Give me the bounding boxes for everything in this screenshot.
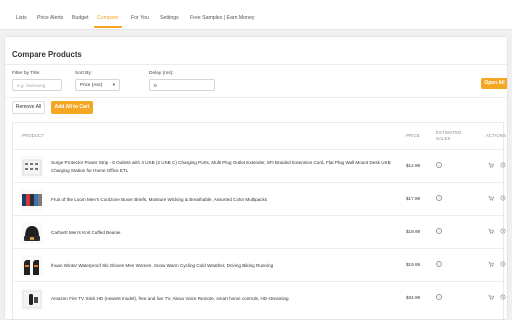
product-image-power-strip[interactable]: [21, 156, 43, 178]
compare-panel: Compare Products Filter by Title: Sort B…: [4, 36, 508, 320]
cart-icon[interactable]: [488, 261, 494, 267]
sort-select[interactable]: Price (Asc) ▾: [75, 79, 120, 91]
tab-compare[interactable]: Compare: [97, 15, 118, 21]
delay-label: Delay (ms):: [149, 71, 174, 76]
open-all-button[interactable]: Open All: [481, 78, 507, 89]
sort-select-value: Price (Asc): [80, 82, 103, 87]
delay-input[interactable]: [149, 79, 215, 91]
product-image-fire-tv-stick[interactable]: [21, 288, 43, 310]
header-product: PRODUCT: [22, 133, 45, 138]
cart-icon[interactable]: [488, 162, 494, 168]
info-icon[interactable]: i: [436, 162, 442, 168]
tab-settings[interactable]: Settings: [160, 15, 179, 21]
filter-title-input[interactable]: [12, 79, 62, 91]
history-icon[interactable]: [500, 261, 506, 267]
product-price: $12.99: [406, 163, 421, 168]
divider: [5, 64, 507, 65]
tab-price-alerts[interactable]: Price Alerts: [37, 15, 63, 21]
header-actions: ACTIONS: [486, 133, 507, 138]
cart-icon[interactable]: [488, 195, 494, 201]
table-row: Fruit of the Loom Men's Coolzone Boxer B…: [13, 182, 506, 215]
tab-free-samples[interactable]: Free Samples | Earn Money: [190, 15, 255, 21]
active-tab-indicator: [94, 26, 122, 28]
table-row: Surge Protector Power Strip - 8 Outlets …: [13, 149, 506, 182]
remove-all-button[interactable]: Remove All: [12, 101, 45, 114]
product-price: $19.99: [406, 229, 421, 234]
tab-for-you[interactable]: For You: [131, 15, 149, 21]
history-icon[interactable]: [500, 162, 506, 168]
info-icon[interactable]: i: [436, 228, 442, 234]
history-icon[interactable]: [500, 195, 506, 201]
header-estimated-sales: ESTIMATED SALES: [436, 130, 462, 141]
history-icon[interactable]: [500, 294, 506, 300]
product-image-boxer-briefs[interactable]: [21, 189, 43, 211]
product-name[interactable]: Surge Protector Power Strip - 8 Outlets …: [51, 159, 391, 175]
product-name[interactable]: Fruit of the Loom Men's Coolzone Boxer B…: [51, 196, 391, 204]
products-table: PRODUCT PRICE ESTIMATED SALES ACTIONS Su…: [12, 122, 507, 319]
table-row: Amazon Fire TV Stick HD (newest model), …: [13, 281, 506, 314]
cart-icon[interactable]: [488, 228, 494, 234]
product-price: $17.99: [406, 196, 421, 201]
page-title: Compare Products: [12, 50, 82, 59]
filter-title-label: Filter by Title:: [12, 71, 41, 76]
add-all-to-cart-button[interactable]: Add All to Cart: [51, 101, 93, 114]
top-navbar: Lists Price Alerts Budget Compare For Yo…: [0, 0, 512, 30]
cart-icon[interactable]: [488, 294, 494, 300]
history-icon[interactable]: [500, 228, 506, 234]
product-image-gloves[interactable]: [21, 255, 43, 277]
header-price: PRICE: [406, 133, 420, 138]
product-name[interactable]: Amazon Fire TV Stick HD (newest model), …: [51, 295, 391, 303]
product-name[interactable]: Ihuan Winter Waterproof Ski Gloves Men W…: [51, 262, 391, 270]
tab-budget[interactable]: Budget: [72, 15, 88, 21]
product-price: $19.99: [406, 262, 421, 267]
info-icon[interactable]: i: [436, 294, 442, 300]
product-image-beanie[interactable]: [21, 222, 43, 244]
divider: [5, 97, 507, 98]
table-row: Ihuan Winter Waterproof Ski Gloves Men W…: [13, 248, 506, 281]
tab-lists[interactable]: Lists: [16, 15, 27, 21]
info-icon[interactable]: i: [436, 195, 442, 201]
chevron-down-icon: ▾: [112, 82, 115, 87]
product-name[interactable]: Carhartt Men's Knit Cuffed Beanie: [51, 229, 391, 237]
sort-label: Sort By:: [75, 71, 93, 76]
info-icon[interactable]: i: [436, 261, 442, 267]
table-row: Carhartt Men's Knit Cuffed Beanie $19.99…: [13, 215, 506, 248]
product-price: $34.99: [406, 295, 421, 300]
